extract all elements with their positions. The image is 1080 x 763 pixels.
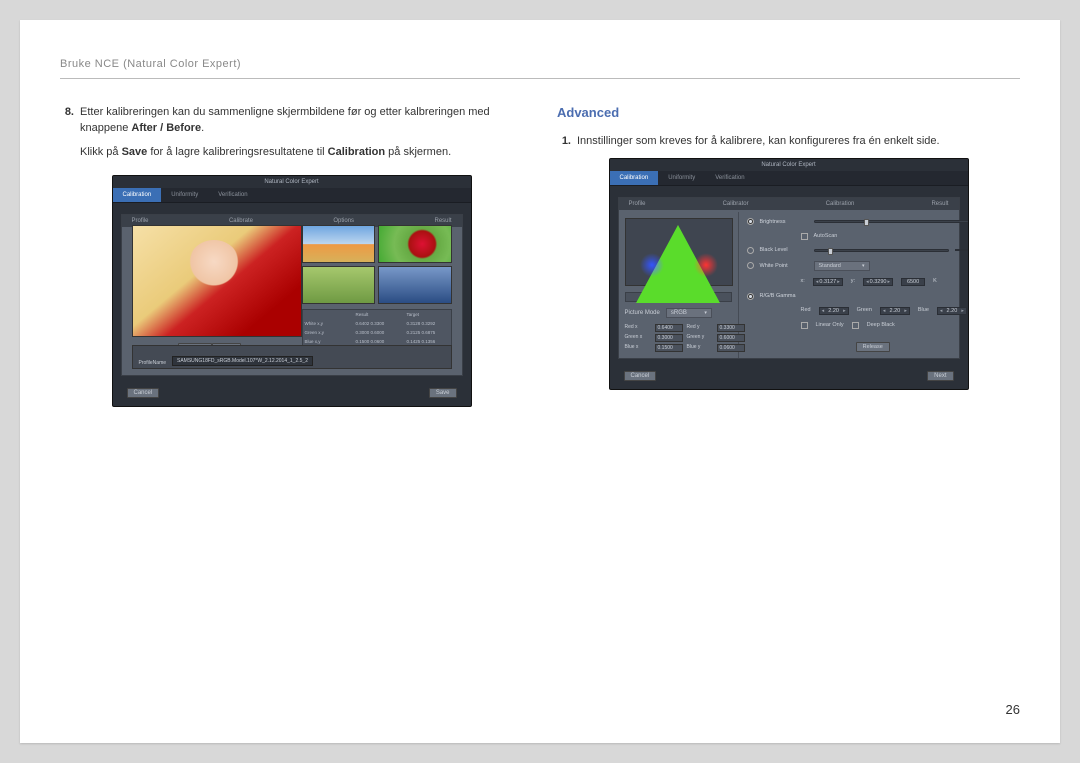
wp-y-stepper[interactable]: ◂0.3290▸ xyxy=(863,278,893,286)
app-title: Natural Color Expert xyxy=(610,159,968,171)
profile-label: ProfileName xyxy=(139,360,167,366)
app-title: Natural Color Expert xyxy=(113,176,471,188)
tab-verification[interactable]: Verification xyxy=(705,171,754,185)
gamma-b-stepper[interactable]: ◂2.20▸ xyxy=(937,307,967,315)
cancel-button[interactable]: Cancel xyxy=(624,371,657,381)
subtab[interactable]: Result xyxy=(434,218,451,224)
radio-icon[interactable] xyxy=(747,293,754,300)
advanced-heading: Advanced xyxy=(557,105,1020,120)
subtab[interactable]: Calibrate xyxy=(229,218,253,224)
tab-uniformity[interactable]: Uniformity xyxy=(658,171,705,185)
tab-calibration[interactable]: Calibration xyxy=(113,188,162,202)
wp-kelvin[interactable]: 6500 xyxy=(901,278,925,286)
picture-mode-row: Picture Mode sRGB▾ xyxy=(625,308,732,318)
item-number: 1. xyxy=(557,134,571,150)
subtab[interactable]: Profile xyxy=(132,218,149,224)
thumb[interactable] xyxy=(378,266,452,304)
profile-field[interactable]: SAMSUNG18FD_sRGB.Model.107°W_2.12.2014_1… xyxy=(172,356,313,366)
white-point-xy: x: ◂0.3127▸ y: ◂0.3290▸ 6500K xyxy=(801,278,969,286)
comparison-photo-main xyxy=(132,225,302,337)
subtab[interactable]: Calibrator xyxy=(723,201,749,207)
left-column: 8. Etter kalibreringen kan du sammenlign… xyxy=(60,105,523,407)
footer-buttons: Cancel Save xyxy=(121,384,463,402)
section-header: Bruke NCE (Natural Color Expert) xyxy=(60,58,1020,78)
white-point-dropdown[interactable]: Standard▾ xyxy=(814,261,870,271)
primary-matrix: Red x0.6400Red y0.3300 Green x0.3000Gree… xyxy=(625,324,732,352)
calibration-result-screenshot: Natural Color Expert Calibration Uniform… xyxy=(112,175,472,407)
item-text: Etter kalibreringen kan du sammenligne s… xyxy=(80,105,523,137)
list-item-1: 1. Innstillinger som kreves for å kalibr… xyxy=(557,134,1020,150)
manual-page: Bruke NCE (Natural Color Expert) 8. Ette… xyxy=(20,20,1060,743)
rgb-gamma-row: R/G/B Gamma xyxy=(747,293,969,300)
sub-tabs: Profile Calibrator Calibration Result xyxy=(619,198,959,210)
rgb-gamma-values: Red ◂2.20▸ Green ◂2.20▸ Blue ◂2.20▸ sRGB xyxy=(801,307,969,315)
page-number: 26 xyxy=(1006,702,1020,717)
tab-calibration[interactable]: Calibration xyxy=(610,171,659,185)
radio-icon[interactable] xyxy=(747,262,754,269)
advanced-settings-screenshot: Natural Color Expert Calibration Uniform… xyxy=(609,158,969,390)
brightness-row: Brightness 80 xyxy=(747,218,969,226)
black-level-row: Black Level cd/m² xyxy=(747,247,969,254)
thumb[interactable] xyxy=(302,225,376,263)
advanced-panel: Profile Calibrator Calibration Result Co… xyxy=(618,197,960,359)
tab-uniformity[interactable]: Uniformity xyxy=(161,188,208,202)
item-number: 8. xyxy=(60,105,74,137)
brightness-slider[interactable] xyxy=(814,220,969,223)
subtab[interactable]: Calibration xyxy=(826,201,855,207)
main-tabs: Calibration Uniformity Verification xyxy=(610,171,968,186)
chevron-down-icon: ▾ xyxy=(862,263,865,269)
header-rule xyxy=(60,78,1020,79)
profile-name-row: ProfileName SAMSUNG18FD_sRGB.Model.107°W… xyxy=(132,345,452,369)
right-column: Advanced 1. Innstillinger som kreves for… xyxy=(557,105,1020,407)
radio-icon[interactable] xyxy=(747,218,754,225)
main-tabs: Calibration Uniformity Verification xyxy=(113,188,471,203)
autoscan-row: AutoScan xyxy=(801,233,969,240)
result-panel: Profile Calibrate Options Result Before xyxy=(121,214,463,376)
footer-buttons: Cancel Next xyxy=(618,367,960,385)
chevron-down-icon: ▾ xyxy=(704,310,707,316)
checkbox-icon[interactable] xyxy=(801,322,808,329)
gamma-options: Linear Only Deep Black xyxy=(801,322,969,329)
two-column-layout: 8. Etter kalibreringen kan du sammenlign… xyxy=(60,105,1020,407)
subtab[interactable]: Result xyxy=(931,201,948,207)
cie-gamut-diagram xyxy=(625,218,733,286)
checkbox-icon[interactable] xyxy=(801,233,808,240)
gamma-r-stepper[interactable]: ◂2.20▸ xyxy=(819,307,849,315)
save-button[interactable]: Save xyxy=(429,388,457,398)
list-item-8: 8. Etter kalibreringen kan du sammenlign… xyxy=(60,105,523,137)
release-button[interactable]: Release xyxy=(856,342,890,352)
gamut-column: Color Gamut Picture Mode sRGB▾ Red x0.64… xyxy=(619,212,739,358)
black-level-value[interactable] xyxy=(955,249,968,251)
thumb[interactable] xyxy=(378,225,452,263)
subtab[interactable]: Options xyxy=(333,218,354,224)
gamma-g-stepper[interactable]: ◂2.20▸ xyxy=(880,307,910,315)
black-level-slider[interactable] xyxy=(814,249,950,252)
white-point-row: White Point Standard▾ xyxy=(747,261,969,271)
subtab[interactable]: Profile xyxy=(629,201,646,207)
item-text: Innstillinger som kreves for å kalibrere… xyxy=(577,134,940,150)
controls-column: Brightness 80 AutoScan Black Level xyxy=(739,212,969,358)
tab-verification[interactable]: Verification xyxy=(208,188,257,202)
save-instruction: Klikk på Save for å lagre kalibreringsre… xyxy=(80,145,523,161)
thumb[interactable] xyxy=(302,266,376,304)
cancel-button[interactable]: Cancel xyxy=(127,388,160,398)
radio-icon[interactable] xyxy=(747,247,754,254)
checkbox-icon[interactable] xyxy=(852,322,859,329)
picture-mode-dropdown[interactable]: sRGB▾ xyxy=(666,308,712,318)
comparison-thumbnails xyxy=(302,225,452,304)
wp-x-stepper[interactable]: ◂0.3127▸ xyxy=(813,278,843,286)
next-button[interactable]: Next xyxy=(927,371,953,381)
